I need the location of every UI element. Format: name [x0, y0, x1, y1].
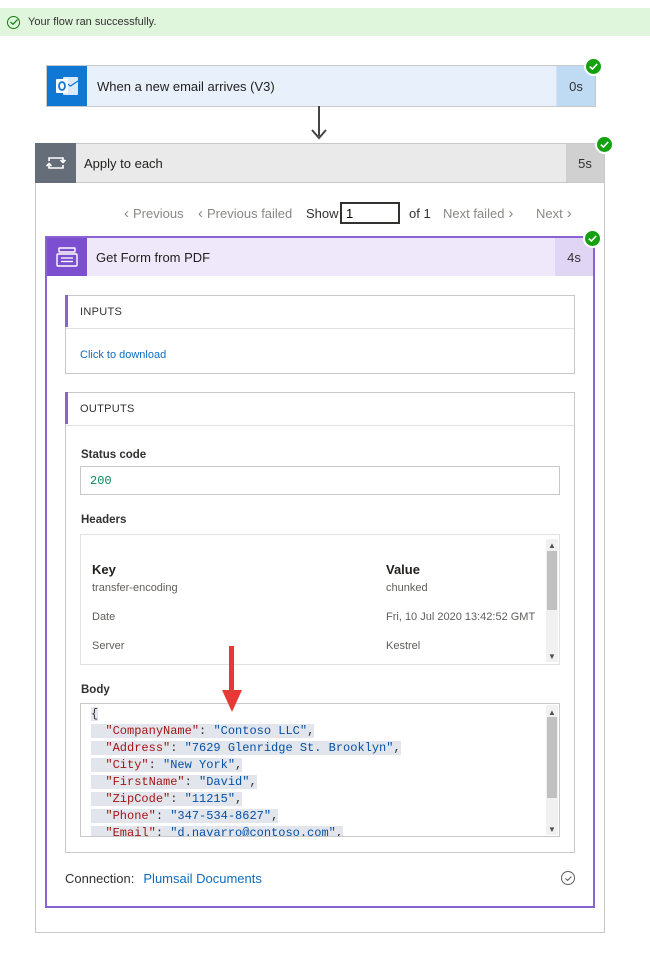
- headers-label: Headers: [81, 514, 127, 526]
- connector-arrow-icon: [311, 129, 327, 140]
- success-check-icon: [7, 15, 20, 29]
- header-value: chunked: [386, 582, 428, 594]
- json-line: "Email": "d.navarro@contoso.com",: [91, 825, 344, 836]
- pager-previous[interactable]: ‹ Previous: [124, 199, 184, 227]
- connection-row: Connection: Plumsail Documents: [65, 871, 262, 886]
- json-line: {: [91, 707, 99, 721]
- previous-label: Previous: [133, 205, 184, 221]
- get-form-success-icon: [583, 229, 602, 248]
- json-line: "City": "New York",: [91, 757, 243, 774]
- next-label: Next: [536, 205, 563, 221]
- chevron-right-icon: ›: [566, 204, 572, 222]
- json-line: "CompanyName": "Contoso LLC",: [91, 723, 315, 740]
- scroll-down-icon[interactable]: ▼: [547, 651, 557, 661]
- outlook-icon: [47, 66, 87, 106]
- body-scroll-thumb[interactable]: [547, 717, 557, 798]
- chevron-left-icon: ‹: [198, 204, 203, 222]
- headers-value-column: Value: [386, 562, 420, 577]
- status-code-label: Status code: [81, 449, 147, 461]
- annotation-arrow-icon: [229, 646, 234, 692]
- scroll-up-icon[interactable]: ▲: [547, 540, 557, 550]
- trigger-title: When a new email arrives (V3): [87, 66, 556, 106]
- download-link[interactable]: Click to download: [80, 349, 166, 361]
- success-banner: Your flow ran successfully.: [0, 8, 650, 36]
- show-label: Show: [306, 205, 339, 221]
- outputs-heading: OUTPUTS: [65, 392, 574, 426]
- apply-each-success-icon: [595, 135, 614, 154]
- headers-key-column: Key: [92, 562, 116, 577]
- connection-ok-icon: [561, 871, 575, 885]
- pager-next-failed[interactable]: Next failed ›: [443, 199, 513, 227]
- chevron-right-icon: ›: [508, 204, 514, 222]
- inputs-heading: INPUTS: [65, 295, 574, 329]
- loop-icon: [35, 143, 76, 183]
- json-line: "ZipCode": "11215",: [91, 791, 243, 808]
- trigger-card[interactable]: When a new email arrives (V3) 0s: [46, 65, 596, 107]
- next-failed-label: Next failed: [443, 205, 505, 221]
- json-line: "FirstName": "David",: [91, 774, 257, 791]
- headers-table: Key Value transfer-encoding chunked Date…: [80, 534, 560, 665]
- iteration-input[interactable]: [340, 202, 400, 224]
- pager-of: of 1: [409, 199, 431, 227]
- chevron-left-icon: ‹: [124, 204, 129, 222]
- pager-input-wrap: [340, 199, 400, 227]
- apply-each-header[interactable]: Apply to each 5s: [35, 143, 605, 183]
- form-icon: [47, 238, 87, 276]
- scroll-down-icon[interactable]: ▼: [547, 824, 557, 834]
- pager-previous-failed[interactable]: ‹ Previous failed: [198, 199, 292, 227]
- header-key: Server: [92, 640, 125, 652]
- connection-label: Connection:: [65, 871, 135, 886]
- apply-each-title: Apply to each: [84, 155, 163, 171]
- get-form-title: Get Form from PDF: [96, 249, 211, 265]
- body-label: Body: [81, 684, 110, 696]
- json-line: "Phone": "347-534-8627",: [91, 808, 279, 825]
- connection-link[interactable]: Plumsail Documents: [143, 871, 262, 886]
- success-message: Your flow ran successfully.: [28, 16, 157, 28]
- header-value: Fri, 10 Jul 2020 13:42:52 GMT: [386, 611, 536, 623]
- scroll-up-icon[interactable]: ▲: [547, 707, 557, 717]
- trigger-success-icon: [584, 57, 603, 76]
- json-line: "Address": "7629 Glenridge St. Brooklyn"…: [91, 740, 401, 757]
- of-label: of 1: [409, 205, 431, 221]
- header-key: transfer-encoding: [92, 582, 178, 594]
- header-value: Kestrel: [386, 640, 421, 652]
- get-form-header[interactable]: Get Form from PDF 4s: [47, 238, 593, 276]
- headers-scroll-thumb[interactable]: [547, 551, 557, 610]
- inputs-section: INPUTS Click to download: [65, 295, 575, 374]
- status-code-value: 200: [80, 466, 560, 495]
- header-key: Date: [92, 611, 116, 623]
- pager-show: Show: [306, 199, 339, 227]
- body-json[interactable]: { "CompanyName": "Contoso LLC", "Address…: [80, 703, 560, 837]
- pager-next[interactable]: Next ›: [536, 199, 572, 227]
- annotation-arrow-head: [222, 690, 242, 712]
- previous-failed-label: Previous failed: [207, 205, 293, 221]
